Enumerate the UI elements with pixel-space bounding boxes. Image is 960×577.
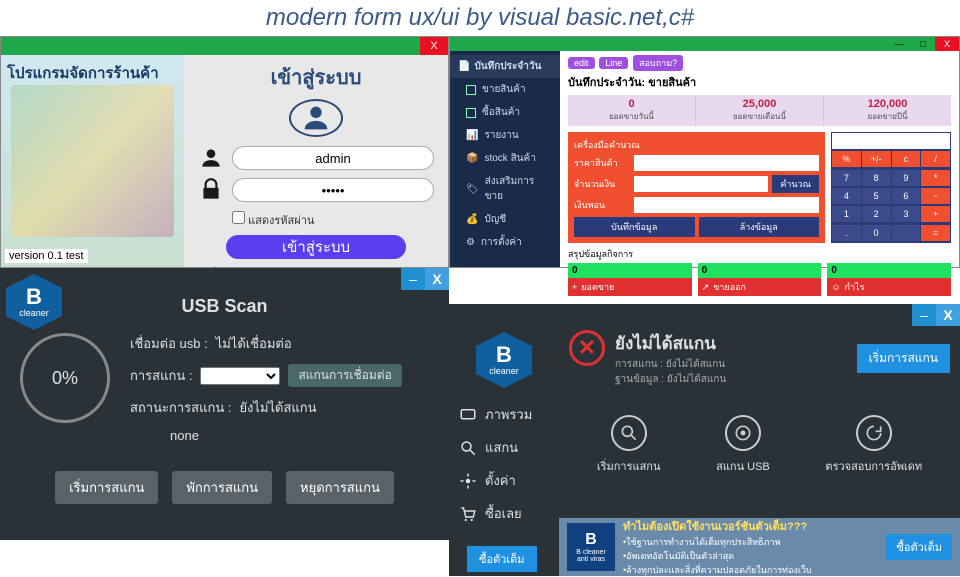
conn-status: ไม่ได้เชื่อมต่อ [216,333,292,354]
scan-conn-button[interactable]: สแกนการเชื่อมต่อ [288,364,401,387]
pill-edit[interactable]: edit [568,57,595,69]
summary-heading: สรุปข้อมูลกิจการ [568,247,951,261]
menu-overview[interactable]: ภาพรวม [455,398,553,431]
change-input[interactable] [634,197,819,213]
menu-buy[interactable]: ซื้อเลย [455,497,553,530]
start-scan-button[interactable]: เริ่มการสแกน [857,344,950,373]
status-line-1: การสแกน : ยังไม่ได้สแกน [615,357,726,372]
sidebar-item-stock[interactable]: 📦 stock สินค้า [450,147,560,170]
sidebar-item-sell[interactable]: ขายสินค้า [450,78,560,101]
pos-window: —□X 📄บันทึกประจำวัน ขายสินค้า ซื้อสินค้า… [449,36,960,268]
save-button[interactable]: บันทึกข้อมูล [574,217,695,237]
sidebar-item-report[interactable]: 📊 รายงาน [450,124,560,147]
close-icon[interactable]: X [425,268,449,290]
password-input[interactable] [232,178,434,202]
calc-button[interactable]: คำนวณ [772,175,819,193]
stats-row: 0ยอดขายวันนี้ 25,000ยอดขายเดือนนี้ 120,0… [568,95,951,126]
keypad: %+/-c/ 789* 456- 123+ .0= [831,132,951,243]
calc-panel: เครื่องมือคำนวณ ราคาสินค้า จำนวนเงินคำนว… [568,132,825,243]
pill-line[interactable]: Line [599,57,628,69]
close-icon[interactable]: X [935,37,959,51]
minimize-icon[interactable]: – [401,268,425,290]
lock-icon [198,177,224,203]
cleaner-logo: Bcleaner [476,332,532,388]
sidebar-item-promo[interactable]: 🏷 ส่งเสริมการขาย [450,170,560,208]
pill-row: edit Line สอบถาม? [568,55,951,71]
promo-banner: BB cleaneranti viras ทำไมต้องเปิดใช้งานเ… [559,518,960,576]
sidebar-item-buy[interactable]: ซื้อสินค้า [450,101,560,124]
show-password-checkbox[interactable]: แสดงรหัสผ่าน [232,211,314,229]
avatar-icon [289,99,343,137]
stop-scan-button[interactable]: หยุดการสแกน [286,471,394,504]
sidebar-item-account[interactable]: 💰 บัญชี [450,208,560,231]
keypad-display [832,133,950,149]
sidebar-item-settings[interactable]: ⚙ การตั้งค่า [450,231,560,254]
login-window: X โปรแกรมจัดการร้านค้า version 0.1 test … [0,36,449,268]
summary-out: 0↗ขายออก [698,263,822,296]
minimize-icon[interactable]: — [887,37,911,51]
status-heading: ยังไม่ได้สแกน [615,330,726,357]
menu-settings[interactable]: ตั้งค่า [455,464,553,497]
shop-title: โปรแกรมจัดการร้านค้า [7,61,159,85]
usb-scan-window: –X Bcleaner USB Scan 0% เชื่อมต่อ usb : … [0,268,449,540]
login-button[interactable]: เข้าสู่ระบบ [226,235,406,259]
scan-select[interactable] [200,367,280,385]
error-icon: ✕ [569,330,605,366]
none-label: none [170,428,199,443]
page-banner: modern form ux/ui by visual basic.net,c# [0,0,960,36]
action-usb[interactable]: สแกน USB [716,415,770,475]
summary-sales: 0+ยอดขาย [568,263,692,296]
close-icon[interactable]: X [420,37,448,55]
buy-button-left[interactable]: ซื้อตัวเต็ม [467,546,537,572]
username-input[interactable] [232,146,434,170]
action-scan[interactable]: เริ่มการแสกน [597,415,661,475]
sidebar-header: 📄บันทึกประจำวัน [450,55,560,78]
pos-title: บันทึกประจำวัน: ขายสินค้า [568,73,951,91]
scan-status: ยังไม่ได้สแกน [239,397,316,418]
pill-ask[interactable]: สอบถาม? [633,55,683,71]
pos-sidebar: 📄บันทึกประจำวัน ขายสินค้า ซื้อสินค้า 📊 ร… [450,51,560,267]
action-update[interactable]: ตรวจสอบการอัพเดท [825,415,922,475]
login-heading: เข้าสู่ระบบ [271,61,362,93]
minimize-icon[interactable]: – [912,304,936,326]
start-scan-button[interactable]: เริ่มการสแกน [55,471,158,504]
promo-box-icon: BB cleaneranti viras [567,523,615,571]
cleaner-sidebar: Bcleaner ภาพรวม แสกน ตั้งค่า ซื้อเลย [449,326,559,576]
close-icon[interactable]: X [936,304,960,326]
user-icon [198,145,224,171]
maximize-icon[interactable]: □ [911,37,935,51]
promo-buy-button[interactable]: ซื้อตัวเต็ม [886,534,952,560]
pause-scan-button[interactable]: พักการสแกน [172,471,272,504]
status-line-2: ฐานข้อมูล : ยังไม่ได้สแกน [615,372,726,387]
pos-titlebar: —□X [450,37,959,51]
clear-button[interactable]: ล้างข้อมูล [699,217,820,237]
cleaner-window: –X Bcleaner ภาพรวม แสกน ตั้งค่า ซื้อเลย … [449,304,960,576]
progress-circle: 0% [20,333,110,423]
shop-illustration [11,85,174,237]
promo-title: ทำไมต้องเปิดใช้งานเวอร์ชันตัวเต็ม??? [623,517,878,535]
summary-profit: 0☺กำไร [827,263,951,296]
login-illustration-panel: โปรแกรมจัดการร้านค้า version 0.1 test [1,55,184,267]
usb-title: USB Scan [0,290,449,323]
version-label: version 0.1 test [5,249,88,263]
amount-input[interactable] [634,176,768,192]
login-titlebar: X [1,37,448,55]
menu-scan[interactable]: แสกน [455,431,553,464]
price-input[interactable] [634,155,819,171]
